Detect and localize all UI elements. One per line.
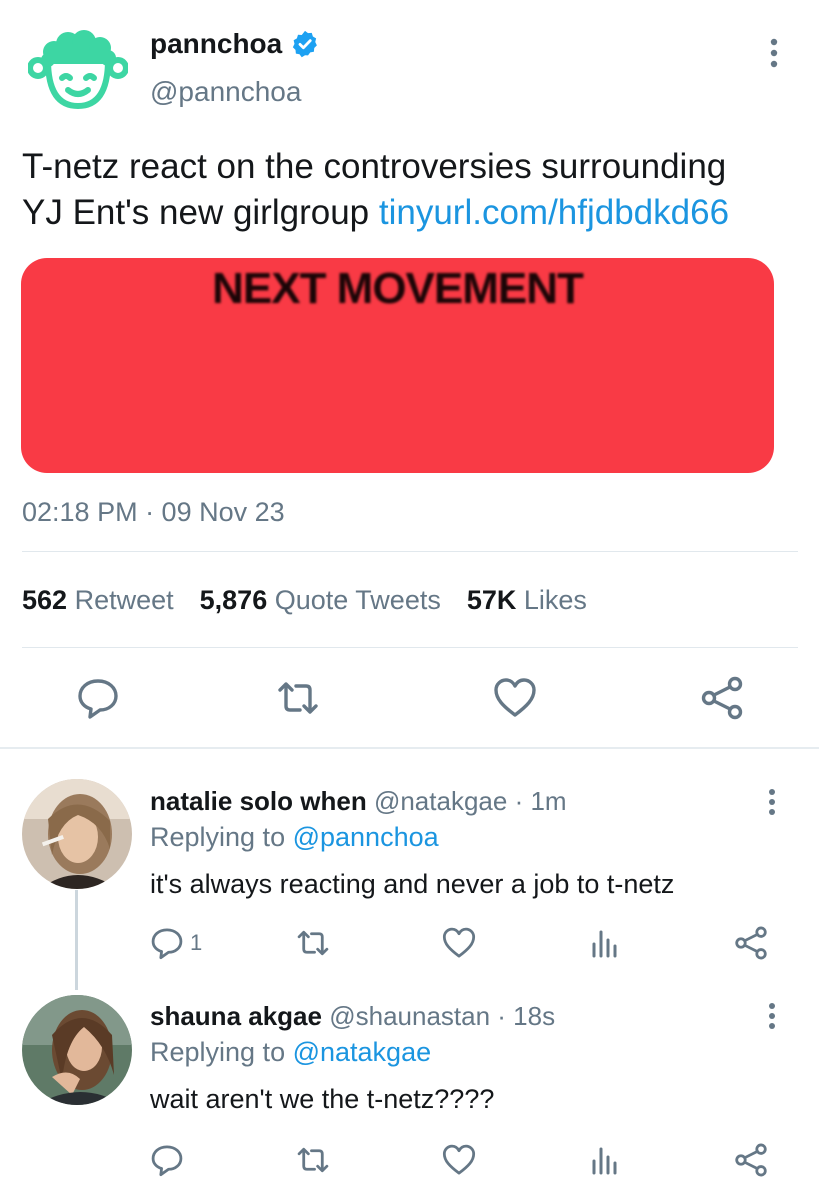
- replying-to: Replying to @pannchoa: [150, 822, 439, 853]
- reply-count: 1: [190, 930, 203, 955]
- analytics-icon[interactable]: [588, 1143, 622, 1177]
- divider: [22, 647, 798, 648]
- like-count: 57K: [466, 585, 517, 615]
- share-icon[interactable]: [734, 1143, 768, 1177]
- reply-icon[interactable]: [76, 676, 120, 720]
- reply-author-handle[interactable]: @natakgae: [374, 786, 507, 816]
- quote-label: Quote Tweets: [274, 585, 441, 615]
- likes-stat[interactable]: 57K Likes: [467, 585, 587, 616]
- verified-badge-icon: [293, 30, 318, 58]
- media-caption-text: NEXT MOVEMENT: [212, 264, 584, 313]
- author-name-row[interactable]: pannchoa: [150, 28, 320, 60]
- divider: [22, 551, 798, 552]
- reply-text: wait aren't we the t-netz????: [150, 1084, 495, 1114]
- replying-to: Replying to @natakgae: [150, 1037, 431, 1068]
- tweet-text-line-2-body: YJ Ent's new girlgroup: [22, 193, 379, 232]
- reply-author-name[interactable]: natalie solo when: [150, 786, 367, 816]
- reply-author-row[interactable]: natalie solo when @natakgae · 1m: [150, 786, 567, 817]
- avatar[interactable]: [22, 995, 132, 1105]
- share-icon[interactable]: [734, 926, 768, 960]
- tweet-media-image[interactable]: NEXT MOVEMENT: [21, 258, 774, 473]
- tweet-text-line-2: YJ Ent's new girlgroup tinyurl.com/hfjdb…: [22, 190, 812, 236]
- author-display-name[interactable]: pannchoa: [150, 28, 282, 60]
- retweet-label: Retweet: [74, 585, 174, 615]
- reply-time: · 18s: [497, 1001, 556, 1031]
- retweet-icon[interactable]: [296, 1143, 330, 1177]
- tweet-text: T-netz react on the controversies surrou…: [22, 144, 812, 236]
- like-icon[interactable]: [442, 926, 476, 960]
- like-label: Likes: [523, 585, 587, 615]
- more-icon[interactable]: [762, 786, 782, 820]
- section-divider: [0, 747, 819, 749]
- tweet-text-line-1: T-netz react on the controversies surrou…: [22, 147, 727, 186]
- retweet-icon[interactable]: [296, 926, 330, 960]
- reply-author-row[interactable]: shauna akgae @shaunastan · 18s: [150, 1001, 555, 1032]
- reply-author-name[interactable]: shauna akgae: [150, 1001, 322, 1031]
- tweet-timestamp[interactable]: 02:18 PM · 09 Nov 23: [22, 497, 285, 528]
- like-icon[interactable]: [493, 676, 537, 720]
- analytics-icon[interactable]: [588, 926, 622, 960]
- tweet-link[interactable]: tinyurl.com/hfjdbdkd66: [379, 193, 729, 232]
- retweets-stat[interactable]: 562 Retweet: [22, 585, 174, 616]
- thread-line: [75, 890, 78, 990]
- quote-count: 5,876: [199, 585, 268, 615]
- quotes-stat[interactable]: 5,876 Quote Tweets: [200, 585, 441, 616]
- retweet-icon[interactable]: [276, 676, 320, 720]
- replying-to-mention[interactable]: @pannchoa: [293, 822, 439, 852]
- reply-icon[interactable]: [150, 926, 184, 960]
- reply-icon[interactable]: [150, 1143, 184, 1177]
- replying-to-prefix: Replying to: [150, 822, 293, 852]
- author-handle[interactable]: @pannchoa: [150, 76, 301, 108]
- replying-to-prefix: Replying to: [150, 1037, 293, 1067]
- reply-time: · 1m: [514, 786, 567, 816]
- more-icon[interactable]: [762, 1000, 782, 1034]
- pannchoa-logo-avatar[interactable]: [27, 30, 129, 110]
- reply-author-handle[interactable]: @shaunastan: [329, 1001, 490, 1031]
- replying-to-mention[interactable]: @natakgae: [293, 1037, 432, 1067]
- like-icon[interactable]: [442, 1143, 476, 1177]
- share-icon[interactable]: [700, 676, 744, 720]
- avatar[interactable]: [22, 779, 132, 889]
- more-icon[interactable]: [762, 34, 786, 74]
- tweet-stats: 562 Retweet 5,876 Quote Tweets 57K Likes: [22, 585, 587, 616]
- retweet-count: 562: [22, 585, 68, 615]
- reply-text: it's always reacting and never a job to …: [150, 869, 675, 899]
